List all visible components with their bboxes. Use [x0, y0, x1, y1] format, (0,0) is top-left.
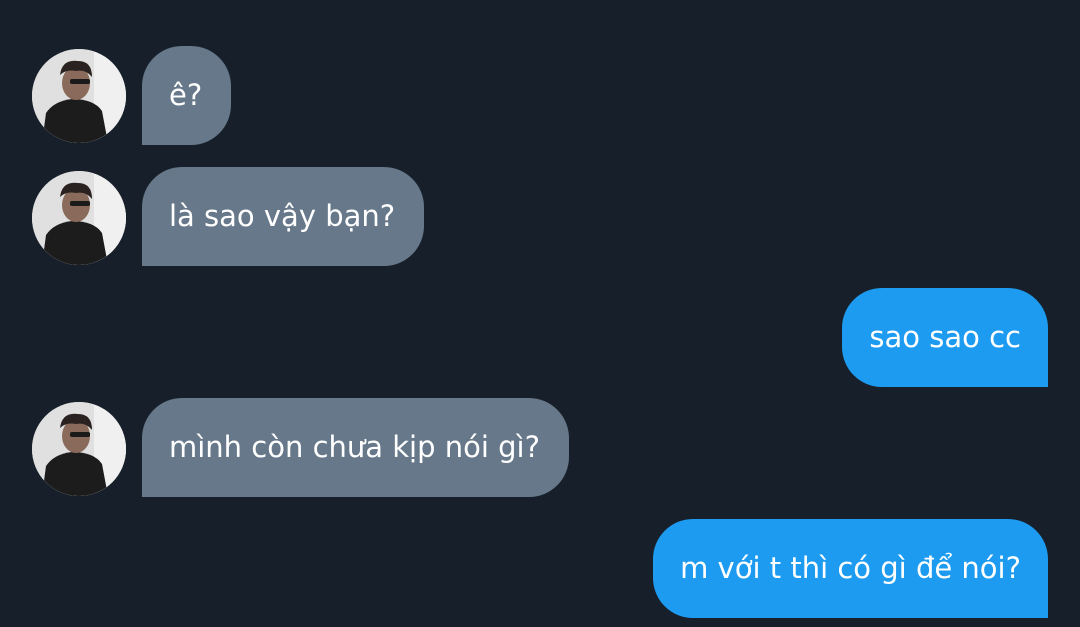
message-bubble-outgoing[interactable]: m với t thì có gì để nói?	[653, 519, 1048, 618]
message-bubble-outgoing[interactable]: sao sao cc	[842, 288, 1048, 387]
message-bubble-incoming[interactable]: là sao vậy bạn?	[142, 167, 425, 266]
profile-photo-icon[interactable]	[32, 49, 126, 143]
message-bubble-incoming[interactable]: ê?	[142, 46, 232, 145]
chat-thread: ê? là sao vậy bạn? sao sao cc mình còn c…	[0, 0, 1080, 627]
message-bubble-incoming[interactable]: mình còn chưa kịp nói gì?	[142, 398, 569, 497]
profile-photo-icon[interactable]	[32, 402, 126, 496]
profile-photo-icon[interactable]	[32, 171, 126, 265]
